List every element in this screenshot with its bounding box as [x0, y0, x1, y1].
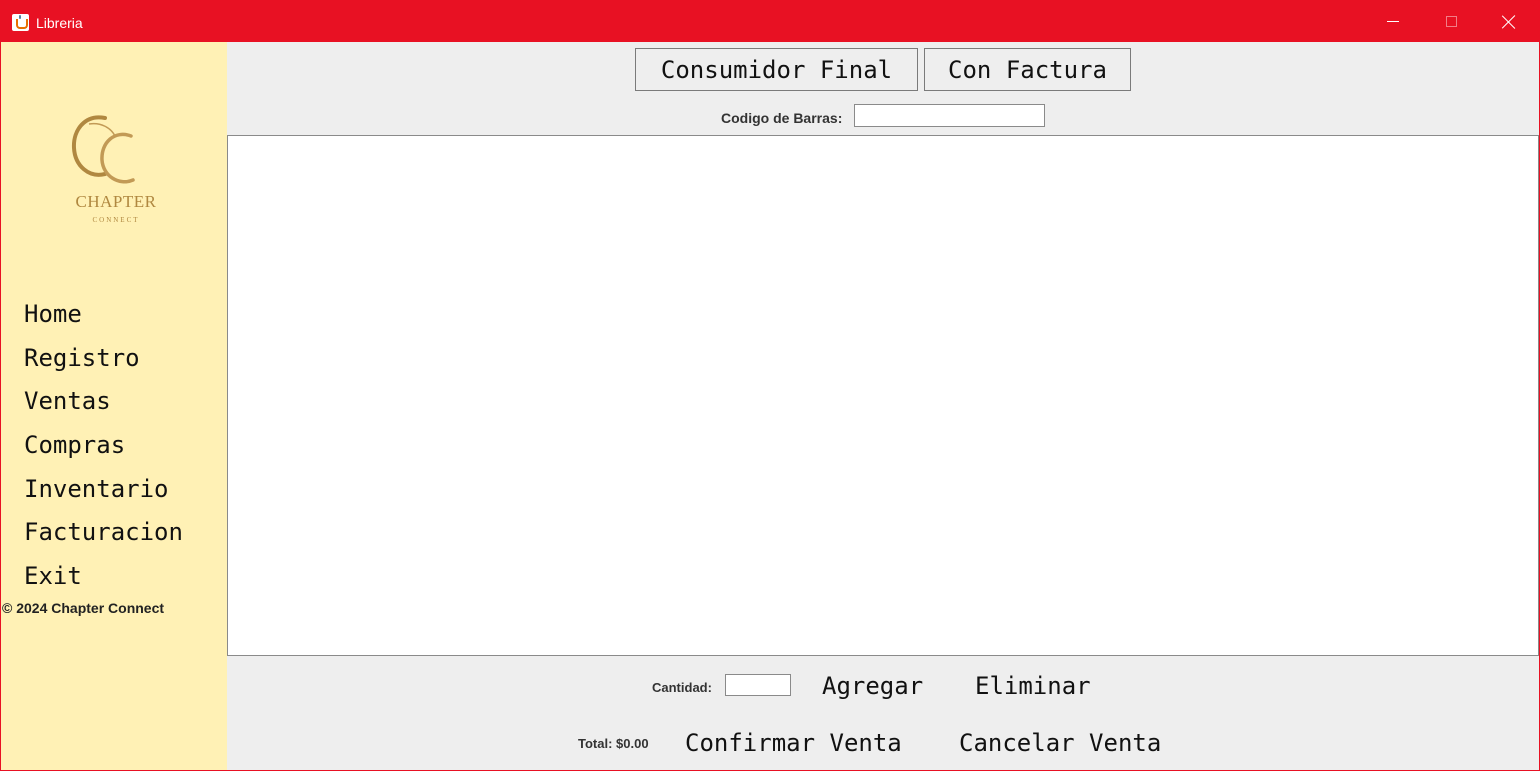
sidebar-item-registro[interactable]: Registro	[24, 340, 183, 384]
maximize-icon	[1445, 16, 1457, 27]
cancelar-venta-button[interactable]: Cancelar Venta	[959, 729, 1161, 757]
agregar-button[interactable]: Agregar	[822, 672, 923, 700]
confirmar-venta-button[interactable]: Confirmar Venta	[685, 729, 902, 757]
eliminar-button[interactable]: Eliminar	[975, 672, 1091, 700]
consumidor-final-button[interactable]: Consumidor Final	[635, 48, 918, 91]
cc-monogram-icon	[71, 115, 135, 184]
logo-subtitle: CONNECT	[92, 216, 140, 224]
sale-items-table[interactable]	[227, 135, 1539, 656]
sidebar-nav: Home Registro Ventas Compras Inventario …	[24, 296, 183, 602]
sidebar-item-home[interactable]: Home	[24, 296, 183, 340]
java-app-icon	[12, 14, 29, 31]
minimize-icon	[1387, 21, 1399, 22]
logo-wordmark: CHAPTER	[75, 192, 157, 211]
sidebar-item-exit[interactable]: Exit	[24, 558, 183, 602]
barcode-input[interactable]	[854, 104, 1045, 127]
close-icon	[1502, 15, 1516, 29]
sidebar: CHAPTER CONNECT Home Registro Ventas Com…	[1, 42, 227, 770]
minimize-button[interactable]	[1364, 1, 1422, 42]
sidebar-item-facturacion[interactable]: Facturacion	[24, 514, 183, 558]
total-label: Total: $0.00	[578, 736, 649, 751]
chapter-connect-logo: CHAPTER CONNECT	[61, 108, 171, 232]
cantidad-label: Cantidad:	[652, 680, 712, 695]
cantidad-input[interactable]	[725, 674, 791, 696]
window-title: Libreria	[36, 15, 83, 31]
title-bar[interactable]: Libreria	[1, 1, 1539, 42]
close-button[interactable]	[1480, 1, 1538, 42]
sidebar-item-ventas[interactable]: Ventas	[24, 383, 183, 427]
sidebar-item-compras[interactable]: Compras	[24, 427, 183, 471]
con-factura-button[interactable]: Con Factura	[924, 48, 1131, 91]
app-window: Libreria CHAPTER CONNECT Home Registro V…	[0, 0, 1540, 771]
sidebar-item-inventario[interactable]: Inventario	[24, 471, 183, 515]
copyright-text: © 2024 Chapter Connect	[2, 600, 165, 616]
barcode-label: Codigo de Barras:	[721, 110, 843, 126]
maximize-button[interactable]	[1422, 1, 1480, 42]
